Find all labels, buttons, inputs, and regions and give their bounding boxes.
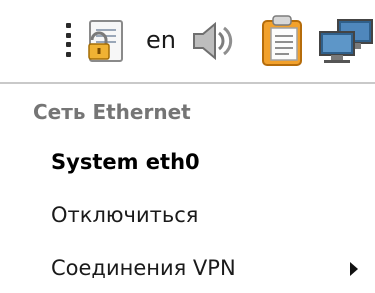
network-menu: Сеть Ethernet System eth0 Отключиться Со… xyxy=(0,82,375,293)
menu-item-label: Соединения VPN xyxy=(51,256,236,280)
menu-item-label: Отключиться xyxy=(51,203,199,227)
menu-item-system-eth0[interactable]: System eth0 xyxy=(0,138,375,186)
menu-item-label: System eth0 xyxy=(51,150,200,174)
clipboard-icon[interactable] xyxy=(258,14,308,72)
volume-icon[interactable] xyxy=(190,18,236,68)
menu-item-disconnect[interactable]: Отключиться xyxy=(0,191,375,239)
tray-grip-handle[interactable] xyxy=(66,23,72,57)
menu-item-vpn-connections[interactable]: Соединения VPN xyxy=(0,244,375,292)
ethernet-section-header: Сеть Ethernet xyxy=(33,100,191,124)
top-panel-tray: en xyxy=(0,0,375,82)
network-wired-icon[interactable] xyxy=(316,18,375,68)
notes-lock-icon[interactable] xyxy=(82,18,130,68)
submenu-arrow-icon xyxy=(350,262,358,276)
keyboard-layout-indicator[interactable]: en xyxy=(146,22,176,58)
